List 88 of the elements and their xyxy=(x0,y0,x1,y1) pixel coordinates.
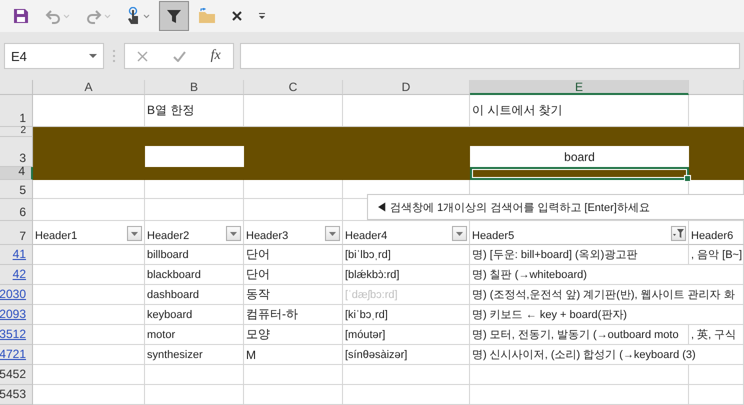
header-label: Header1 xyxy=(35,230,78,242)
header-label: Header3 xyxy=(246,230,288,242)
table-cell: [sínθəsàizər] xyxy=(343,345,470,365)
search-input-field[interactable] xyxy=(145,146,244,167)
header-label: Header6 xyxy=(691,230,734,242)
column-header[interactable]: B xyxy=(145,80,244,95)
table-cell: 컴퓨터-하 xyxy=(244,305,343,325)
column-header[interactable]: D xyxy=(343,80,470,95)
caret-icon xyxy=(63,14,70,18)
table-cell: 모양 xyxy=(244,325,343,345)
save-icon xyxy=(13,8,29,24)
pointing-hand-icon xyxy=(127,7,141,25)
caret-icon xyxy=(131,232,138,236)
table-cell: , 英, 구식 xyxy=(689,325,744,345)
search-input-field[interactable]: board xyxy=(470,146,689,167)
table-cell xyxy=(689,385,744,405)
row-header[interactable]: 2093 xyxy=(0,305,33,325)
table-cell: blackboard xyxy=(145,265,244,285)
filter-button[interactable] xyxy=(159,1,189,31)
redo-icon xyxy=(86,8,102,24)
filter-dropdown-button[interactable] xyxy=(127,226,142,241)
table-cell: 명) [두운: bill+board] (옥외)광고판 xyxy=(470,245,689,265)
row-header[interactable]: 6 xyxy=(0,199,33,221)
table-cell: 명) 키보드 ← key + board(판자) xyxy=(470,305,744,325)
caret-icon xyxy=(143,14,150,18)
table-cell: motor xyxy=(145,325,244,345)
table-cell: [blǽkbɔ̀:rd] xyxy=(343,265,470,285)
formula-input[interactable] xyxy=(240,43,740,69)
customize-icon xyxy=(258,12,266,20)
confirm-icon[interactable] xyxy=(172,50,186,62)
table-cell: M xyxy=(244,345,343,365)
caret-icon xyxy=(230,232,237,236)
name-box[interactable]: E4 xyxy=(4,43,104,69)
filter-dropdown-button[interactable] xyxy=(226,226,241,241)
filter-dropdown-button[interactable] xyxy=(452,226,467,241)
row-header[interactable]: 5453 xyxy=(0,385,33,405)
column-header[interactable]: C xyxy=(244,80,343,95)
row-header[interactable]: 5452 xyxy=(0,365,33,385)
table-cell: synthesizer xyxy=(145,345,244,365)
table-cell: 단어 xyxy=(244,245,343,265)
header-label: Header4 xyxy=(345,230,388,242)
filter-icon xyxy=(166,8,182,24)
selected-cell[interactable] xyxy=(470,167,689,180)
table-cell: dashboard xyxy=(145,285,244,305)
table-cell: [móutər] xyxy=(343,325,470,345)
close-icon xyxy=(232,11,242,21)
column-header[interactable]: A xyxy=(33,80,145,95)
table-cell: 명) 모터, 전동기, 발동기 (→outboard moto xyxy=(470,325,689,345)
undo-icon xyxy=(45,8,61,24)
row-header[interactable]: 2030 xyxy=(0,285,33,305)
table-cell: , 음악 [B~] xyxy=(689,245,744,265)
column-header[interactable]: E xyxy=(470,80,689,95)
row-header[interactable]: 42 xyxy=(0,265,33,285)
row-header[interactable]: 2 xyxy=(0,127,33,137)
table-cell: 명) (조정석,운전석 앞) 계기판(반), 웹사이트 관리자 화 xyxy=(470,285,744,305)
row-header[interactable]: 3512 xyxy=(0,325,33,345)
table-cell: [ˈdæʃbɔ:rd] xyxy=(343,285,470,305)
row-header[interactable]: 4 xyxy=(0,167,33,180)
header-label: Header2 xyxy=(147,230,190,242)
table-cell: 명) 신시사이저, (소리) 합성기 (→keyboard (3) xyxy=(470,345,744,365)
active-filter-button[interactable] xyxy=(671,226,686,241)
cancel-icon[interactable] xyxy=(137,50,148,62)
row-header[interactable]: 41 xyxy=(0,245,33,265)
caret-icon xyxy=(456,232,463,236)
table-cell: 동작 xyxy=(244,285,343,305)
row-header[interactable]: 4721 xyxy=(0,345,33,365)
row-header[interactable]: 3 xyxy=(0,137,33,167)
table-cell: [kiˈbɔˌrd] xyxy=(343,305,470,325)
table-cell: 단어 xyxy=(244,265,343,285)
caret-icon xyxy=(329,232,336,236)
filter-icon xyxy=(673,229,684,238)
caret-icon xyxy=(104,14,111,18)
table-cell: keyboard xyxy=(145,305,244,325)
grip-icon xyxy=(110,50,118,62)
row-header[interactable]: 7 xyxy=(0,221,33,245)
instruction-note: ◀ 검색창에 1개이상의 검색어를 입력하고 [Enter]하세요 xyxy=(367,194,744,220)
row-header[interactable]: 1 xyxy=(0,95,33,127)
table-cell: 명) 칠판 (→whiteboard) xyxy=(470,265,744,285)
folder-icon xyxy=(198,8,216,24)
table-cell: billboard xyxy=(145,245,244,265)
table-cell: [biˈlbɔˌrd] xyxy=(343,245,470,265)
header-label: Header5 xyxy=(472,230,514,242)
dropdown-icon xyxy=(89,54,97,58)
fill-handle[interactable] xyxy=(684,175,691,182)
row-header[interactable]: 5 xyxy=(0,180,33,199)
table-cell xyxy=(689,365,744,385)
insert-function-button[interactable]: fx xyxy=(210,48,221,64)
filter-dropdown-button[interactable] xyxy=(325,226,340,241)
